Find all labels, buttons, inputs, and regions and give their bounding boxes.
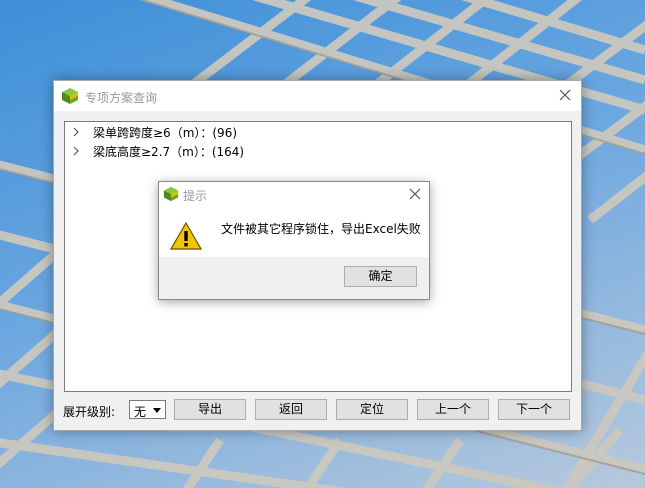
tree-item[interactable]: 梁底高度≥2.7（m）：(164) (71, 142, 244, 160)
title-bar: 专项方案查询 (54, 81, 581, 111)
tree-item[interactable]: 梁单跨跨度≥6（m）：(96) (71, 123, 237, 141)
warning-icon (170, 222, 202, 250)
dialog-title: 提示 (183, 189, 208, 203)
previous-button[interactable]: 上一个 (417, 399, 489, 420)
expand-level-value: 无 (134, 405, 147, 419)
close-icon[interactable] (557, 87, 573, 103)
error-dialog: 提示 文件被其它程序锁住，导出Excel失败 确定 (158, 181, 430, 300)
expand-level-select[interactable]: 无 (129, 400, 166, 419)
ok-button[interactable]: 确定 (344, 266, 417, 287)
export-button[interactable]: 导出 (174, 399, 246, 420)
back-button[interactable]: 返回 (255, 399, 327, 420)
chevron-right-icon[interactable] (71, 127, 81, 137)
dialog-content: 提示 文件被其它程序锁住，导出Excel失败 (159, 182, 429, 257)
locate-button[interactable]: 定位 (336, 399, 408, 420)
app-logo-icon (62, 88, 78, 104)
tree-item-label: 梁底高度≥2.7（m）：(164) (93, 144, 245, 159)
chevron-right-icon[interactable] (71, 146, 81, 156)
window-title: 专项方案查询 (85, 91, 158, 105)
dropdown-arrow-icon[interactable] (153, 408, 161, 413)
dialog-message: 文件被其它程序锁住，导出Excel失败 (221, 222, 421, 236)
close-icon[interactable] (409, 188, 421, 200)
next-button[interactable]: 下一个 (498, 399, 570, 420)
bottom-toolbar: 展开级别: 无 导出 返回 定位 上一个 下一个 (54, 399, 581, 423)
tree-item-label: 梁单跨跨度≥6（m）：(96) (93, 125, 238, 140)
expand-level-label: 展开级别: (63, 405, 116, 419)
app-logo-icon (163, 186, 179, 202)
